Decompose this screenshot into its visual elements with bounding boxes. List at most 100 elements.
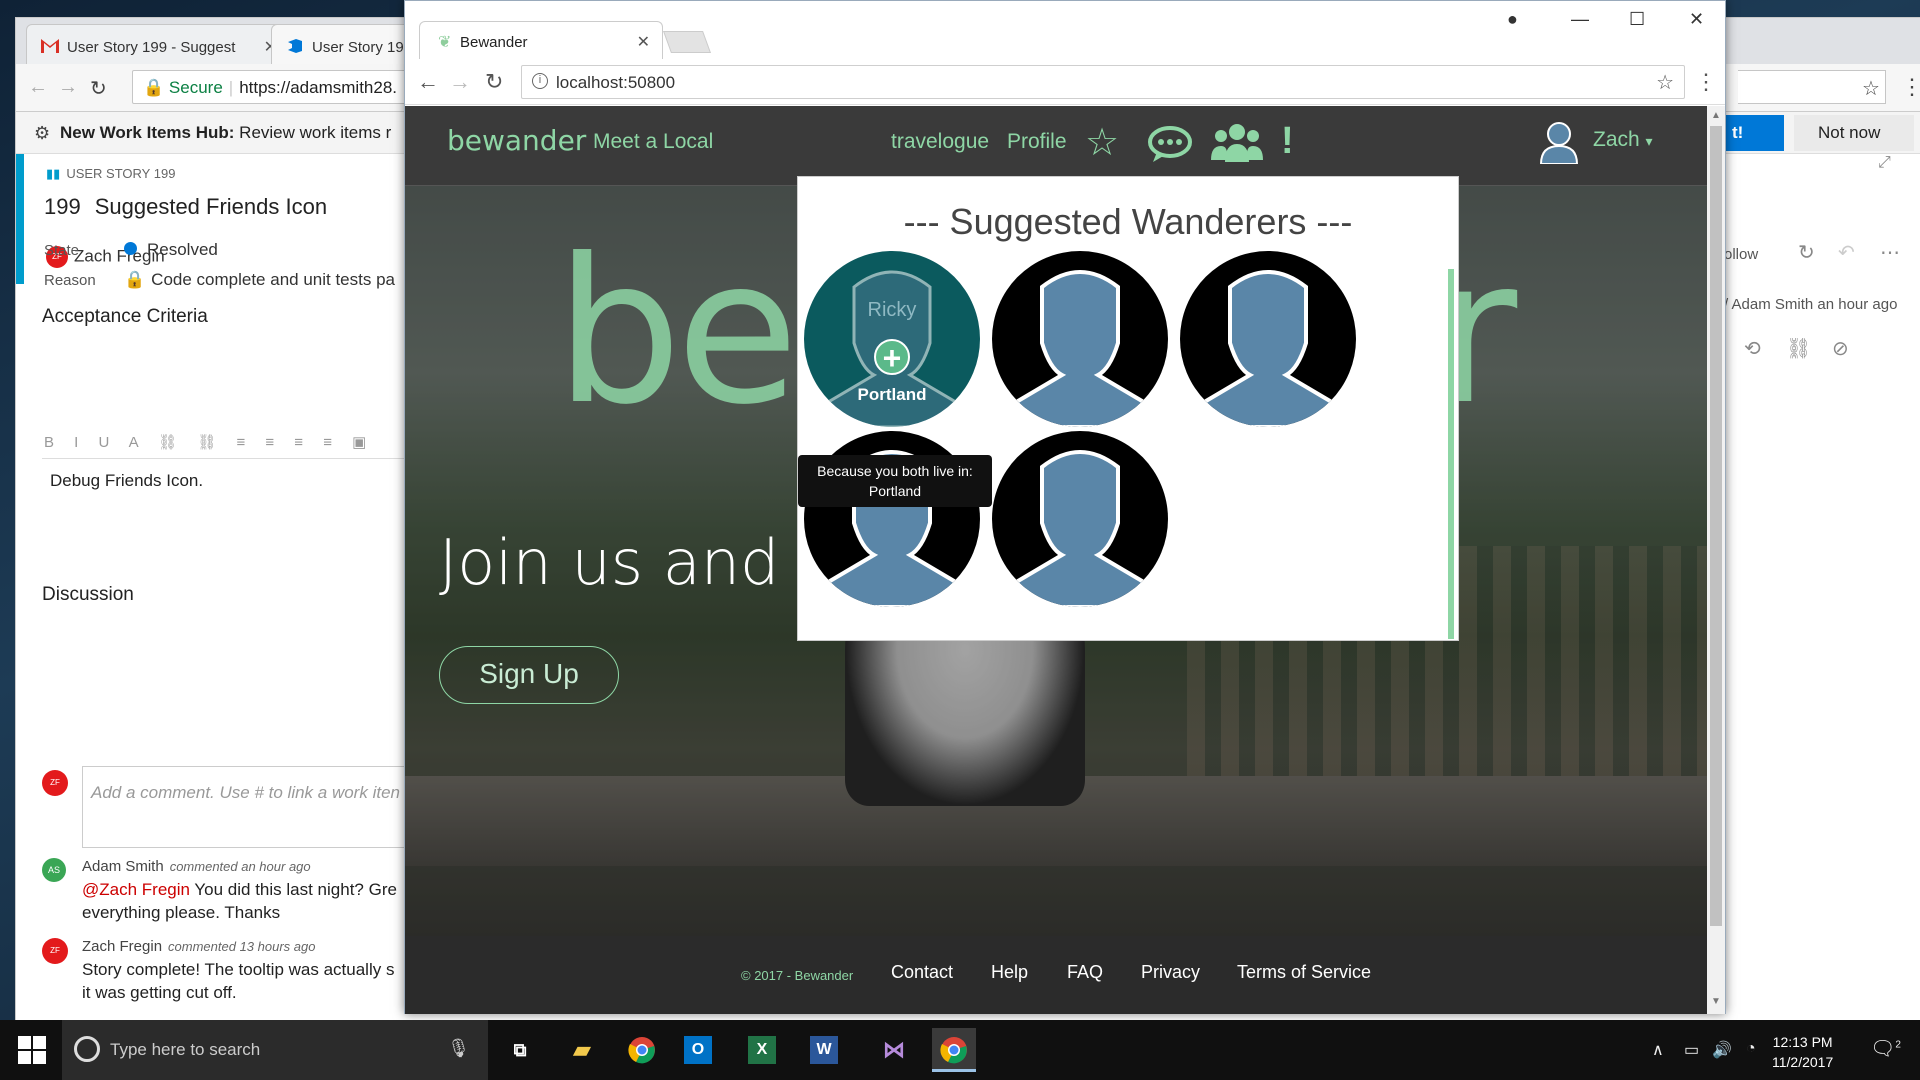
add-friend-icon[interactable]: + — [874, 339, 910, 375]
tab-user-story-199[interactable]: User Story 199 - Suggest ✕ — [26, 24, 288, 64]
state-value[interactable]: Resolved — [124, 240, 218, 260]
url-input[interactable]: i localhost:50800 ☆ — [521, 65, 1685, 99]
wanderer-card[interactable] — [1180, 251, 1356, 427]
page-scrollbar[interactable]: ▲ ▼ — [1707, 106, 1725, 1014]
chrome-icon[interactable] — [620, 1028, 664, 1072]
meet-a-local-link[interactable]: Meet a Local — [593, 130, 713, 154]
reason-value[interactable]: 🔒 Code complete and unit tests pa — [124, 270, 395, 290]
file-explorer-icon[interactable]: ▰ — [560, 1028, 604, 1072]
new-tab-button[interactable] — [662, 31, 712, 53]
visual-studio-icon[interactable]: ⋈ — [872, 1028, 916, 1072]
battery-icon[interactable]: ▭ — [1684, 1040, 1699, 1060]
wifi-icon[interactable]: ◔ — [1746, 1040, 1756, 1058]
sign-up-button[interactable]: Sign Up — [439, 646, 619, 704]
back-icon[interactable]: ← — [417, 69, 439, 95]
back-icon[interactable]: ← — [28, 76, 48, 99]
bookmark-star-icon[interactable]: ☆ — [1862, 76, 1880, 101]
alert-icon[interactable]: ! — [1281, 120, 1294, 163]
wanderer-name: Ricky — [867, 299, 917, 321]
wanderer-card[interactable] — [992, 251, 1168, 427]
avatar: ZF — [42, 770, 68, 796]
info-icon[interactable]: i — [532, 73, 548, 89]
footer-link-contact[interactable]: Contact — [891, 962, 953, 983]
copyright: © 2017 - Bewander — [741, 968, 854, 983]
menu-icon[interactable]: ⋮ — [1901, 74, 1920, 100]
forward-icon[interactable]: → — [58, 76, 78, 99]
got-it-button[interactable]: t! — [1718, 115, 1784, 151]
excel-icon[interactable]: X — [748, 1036, 776, 1064]
forward-icon[interactable]: → — [449, 69, 471, 95]
rich-text-toolbar[interactable]: B I U A ⛓ ⛓ ≡ ≡ ≡ ≡ ▣ — [44, 433, 374, 451]
history-icon[interactable]: ⟲ — [1744, 336, 1761, 361]
refresh-icon[interactable]: ↻ — [1798, 240, 1815, 265]
maximize-icon[interactable]: ☐ — [1629, 9, 1645, 30]
user-menu[interactable]: Zach ▾ — [1593, 128, 1653, 152]
scroll-thumb[interactable] — [1710, 126, 1722, 926]
travelogue-link[interactable]: travelogue — [891, 130, 989, 154]
minimize-icon[interactable]: — — [1571, 9, 1589, 30]
link-icon[interactable]: ⛓ — [1786, 336, 1811, 361]
tab-label: User Story 19 — [312, 39, 404, 56]
footer-link-help[interactable]: Help — [991, 962, 1028, 983]
tab-bewander[interactable]: ❦ Bewander ✕ — [419, 21, 663, 59]
system-clock[interactable]: 12:13 PM 11/2/2017 — [1772, 1032, 1833, 1072]
history-text: / Adam Smith an hour ago — [1724, 296, 1898, 313]
page-viewport: be r Join us and Sign Up bewander Meet a… — [405, 106, 1707, 1014]
chrome-active-icon[interactable] — [932, 1028, 976, 1072]
wanderer-ricky[interactable]: Ricky + Portland — [804, 251, 980, 427]
taskbar: Type here to search 🎙 ⧉ ▰ O X W ⋈ ∧ ▭ 🔊 … — [0, 1020, 1920, 1080]
comment: Adam Smith commented an hour ago @Zach Fr… — [82, 858, 397, 922]
close-icon[interactable]: ✕ — [637, 32, 650, 52]
suggested-wanderers-modal: --- Suggested Wanderers --- Ricky + Port… — [797, 176, 1459, 641]
profile-icon[interactable]: ● — [1507, 9, 1518, 30]
hero-logo-left: be — [555, 216, 799, 449]
leaf-icon: ❦ — [438, 34, 452, 51]
site-navbar: bewander Meet a Local travelogue Profile… — [405, 106, 1707, 186]
mention-link[interactable]: @Zach Fregin — [82, 880, 190, 899]
attachment-icon[interactable]: ⊘ — [1832, 336, 1849, 361]
task-view-icon[interactable]: ⧉ — [498, 1028, 542, 1072]
menu-icon[interactable]: ⋮ — [1695, 69, 1717, 95]
url-input[interactable]: 🔒 Secure | https://adamsmith28. — [132, 70, 422, 104]
footer-link-privacy[interactable]: Privacy — [1141, 962, 1200, 983]
footer-link-terms[interactable]: Terms of Service — [1237, 962, 1371, 983]
not-now-button[interactable]: Not now — [1794, 115, 1914, 151]
word-icon[interactable]: W — [810, 1036, 838, 1064]
chat-icon[interactable] — [1147, 124, 1193, 164]
star-icon[interactable]: ☆ — [1085, 120, 1119, 165]
book-icon: ▮▮ — [46, 166, 61, 181]
windows-start-icon[interactable] — [18, 1036, 46, 1064]
reload-icon[interactable]: ↻ — [485, 69, 503, 95]
banner-text: Review work items r — [239, 123, 392, 142]
microphone-icon[interactable]: 🎙 — [447, 1038, 470, 1059]
profile-link[interactable]: Profile — [1007, 130, 1067, 154]
outlook-icon[interactable]: O — [684, 1036, 712, 1064]
taskbar-search-input[interactable]: Type here to search 🎙 — [62, 1020, 488, 1080]
bookmark-star-icon[interactable]: ☆ — [1656, 70, 1674, 95]
follow-label[interactable]: ollow — [1724, 246, 1758, 263]
brand-logo[interactable]: bewander — [447, 124, 586, 157]
acceptance-criteria-editor[interactable]: Debug Friends Icon. — [42, 458, 422, 708]
volume-icon[interactable]: 🔊 — [1712, 1040, 1732, 1060]
undo-icon[interactable]: ↶ — [1838, 240, 1855, 265]
reload-icon[interactable]: ↻ — [90, 76, 107, 101]
address-bar: ← → ↻ i localhost:50800 ☆ ⋮ — [405, 59, 1725, 105]
lock-icon: 🔒 — [124, 270, 146, 289]
cortana-icon — [74, 1036, 100, 1062]
more-icon[interactable]: ⋯ — [1880, 240, 1900, 265]
friends-icon[interactable] — [1211, 120, 1263, 164]
work-item-title[interactable]: 199 Suggested Friends Icon — [44, 194, 327, 220]
footer-link-faq[interactable]: FAQ — [1067, 962, 1103, 983]
comment-input[interactable]: Add a comment. Use # to link a work iten — [82, 766, 422, 848]
tray-expand-icon[interactable]: ∧ — [1652, 1040, 1664, 1060]
scroll-down-icon[interactable]: ▼ — [1711, 996, 1721, 1007]
wanderer-card[interactable] — [992, 431, 1168, 607]
scroll-up-icon[interactable]: ▲ — [1711, 110, 1721, 121]
close-window-icon[interactable]: ✕ — [1689, 9, 1704, 30]
modal-scrollbar[interactable] — [1448, 269, 1454, 639]
notifications-icon[interactable]: 🗨2 — [1870, 1036, 1901, 1061]
user-avatar-icon[interactable] — [1539, 120, 1579, 164]
gear-icon: ⚙ — [34, 123, 51, 143]
acceptance-criteria-title: Acceptance Criteria — [42, 306, 208, 327]
expand-icon[interactable]: ⤢ — [1878, 154, 1891, 172]
